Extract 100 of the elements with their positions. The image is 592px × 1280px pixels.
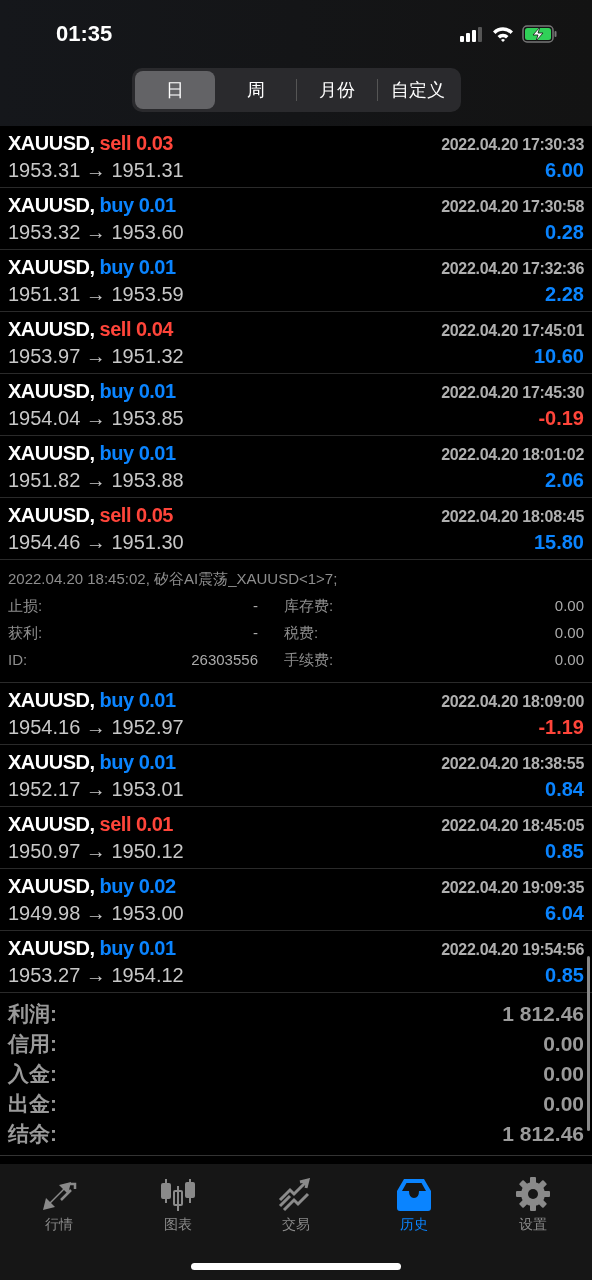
symbol-label: XAUUSD, bbox=[8, 688, 95, 711]
nav-tab[interactable]: 设置 bbox=[473, 1172, 592, 1234]
order-label: buy 0.01 bbox=[99, 255, 176, 278]
summary-label: 利润: bbox=[8, 1001, 57, 1027]
order-label: buy 0.01 bbox=[99, 379, 176, 402]
order-label: sell 0.05 bbox=[99, 503, 173, 526]
symbol-label: XAUUSD, bbox=[8, 317, 95, 340]
period-tab[interactable]: 周 bbox=[215, 71, 296, 109]
order-label: buy 0.01 bbox=[99, 750, 176, 773]
field-label: 税费: bbox=[284, 624, 319, 643]
symbol-label: XAUUSD, bbox=[8, 874, 95, 897]
symbol-label: XAUUSD, bbox=[8, 936, 95, 959]
field-value: 0.00 bbox=[554, 624, 584, 643]
nav-tab[interactable]: 行情 bbox=[0, 1172, 119, 1234]
trade-time: 2022.04.20 18:09:00 bbox=[441, 692, 584, 711]
trade-time: 2022.04.20 17:30:58 bbox=[441, 197, 584, 216]
symbol-label: XAUUSD, bbox=[8, 255, 95, 278]
symbol-label: XAUUSD, bbox=[8, 441, 95, 464]
field-label: 止损: bbox=[8, 597, 43, 616]
field-value: 26303556 bbox=[191, 651, 258, 670]
summary-value: 1 812.46 bbox=[502, 1122, 584, 1146]
trade-time: 2022.04.20 18:38:55 bbox=[441, 754, 584, 773]
profit-value: -0.19 bbox=[538, 406, 584, 430]
trade-time: 2022.04.20 18:45:05 bbox=[441, 816, 584, 835]
nav-tab[interactable]: 历史 bbox=[355, 1172, 474, 1234]
profit-value: 0.84 bbox=[545, 777, 584, 801]
price-range: 1953.32 → 1953.60 bbox=[8, 220, 184, 244]
summary-value: 0.00 bbox=[543, 1032, 584, 1056]
summary-label: 信用: bbox=[8, 1031, 57, 1057]
trade-time: 2022.04.20 17:45:30 bbox=[441, 383, 584, 402]
profit-value: 6.04 bbox=[545, 901, 584, 925]
price-range: 1949.98 → 1953.00 bbox=[8, 901, 184, 925]
summary-value: 1 812.46 bbox=[502, 1002, 584, 1026]
symbol-label: XAUUSD, bbox=[8, 812, 95, 835]
trade-time: 2022.04.20 19:54:56 bbox=[441, 940, 584, 959]
trade-time: 2022.04.20 17:30:33 bbox=[441, 135, 584, 154]
field-label: 获利: bbox=[8, 624, 43, 643]
profit-value: 0.28 bbox=[545, 220, 584, 244]
price-range: 1950.97 → 1950.12 bbox=[8, 839, 184, 863]
profit-value: 2.28 bbox=[545, 282, 584, 306]
order-label: buy 0.01 bbox=[99, 441, 176, 464]
symbol-label: XAUUSD, bbox=[8, 750, 95, 773]
order-label: sell 0.01 bbox=[99, 812, 173, 835]
symbol-label: XAUUSD, bbox=[8, 131, 95, 154]
field-label: 手续费: bbox=[284, 651, 334, 670]
profit-value: 6.00 bbox=[545, 158, 584, 182]
trade-time: 2022.04.20 19:09:35 bbox=[441, 878, 584, 897]
order-label: buy 0.01 bbox=[99, 936, 176, 959]
period-tab[interactable]: 自定义 bbox=[377, 71, 458, 109]
status-time: 01:35 bbox=[56, 21, 113, 47]
order-label: sell 0.03 bbox=[99, 131, 173, 154]
wifi-icon bbox=[492, 26, 514, 42]
profit-value: 2.06 bbox=[545, 468, 584, 492]
summary-label: 结余: bbox=[8, 1121, 57, 1147]
nav-tab[interactable]: 交易 bbox=[236, 1172, 356, 1234]
profit-value: -1.19 bbox=[538, 715, 584, 739]
order-label: buy 0.01 bbox=[99, 193, 176, 216]
signal-icon bbox=[460, 26, 484, 42]
field-value: 0.00 bbox=[554, 651, 584, 670]
price-range: 1954.46 → 1951.30 bbox=[8, 530, 184, 554]
arrows-icon bbox=[41, 1180, 78, 1212]
candlestick-icon bbox=[159, 1178, 196, 1212]
price-range: 1952.17 → 1953.01 bbox=[8, 777, 184, 801]
field-value: - bbox=[253, 597, 258, 616]
field-value: 0.00 bbox=[554, 597, 584, 616]
profit-value: 15.80 bbox=[533, 530, 584, 554]
gear-icon bbox=[514, 1176, 551, 1212]
price-range: 1953.31 → 1951.31 bbox=[8, 158, 184, 182]
order-label: buy 0.01 bbox=[99, 688, 176, 711]
order-label: sell 0.04 bbox=[99, 317, 173, 340]
price-range: 1954.04 → 1953.85 bbox=[8, 406, 184, 430]
field-label: 库存费: bbox=[284, 597, 334, 616]
symbol-label: XAUUSD, bbox=[8, 503, 95, 526]
summary-label: 出金: bbox=[8, 1091, 57, 1117]
battery-charging-icon bbox=[522, 25, 558, 43]
field-label: ID: bbox=[8, 651, 28, 670]
profit-value: 10.60 bbox=[533, 344, 584, 368]
trade-time: 2022.04.20 18:08:45 bbox=[441, 507, 584, 526]
price-range: 1953.27 → 1954.12 bbox=[8, 963, 184, 987]
order-label: buy 0.02 bbox=[99, 874, 176, 897]
price-range: 1953.97 → 1951.32 bbox=[8, 344, 184, 368]
order-comment: 2022.04.20 18:45:02, 矽谷AI震荡_XAUUSD<1>7; bbox=[8, 570, 339, 589]
period-tab[interactable]: 月份 bbox=[296, 71, 377, 109]
trade-time: 2022.04.20 18:01:02 bbox=[441, 445, 584, 464]
price-range: 1951.31 → 1953.59 bbox=[8, 282, 184, 306]
summary-label: 入金: bbox=[8, 1061, 57, 1087]
profit-value: 0.85 bbox=[545, 839, 584, 863]
summary-value: 0.00 bbox=[543, 1092, 584, 1116]
symbol-label: XAUUSD, bbox=[8, 193, 95, 216]
field-value: - bbox=[253, 624, 258, 643]
period-tab[interactable]: 日 bbox=[134, 71, 215, 109]
summary-value: 0.00 bbox=[543, 1062, 584, 1086]
profit-value: 0.85 bbox=[545, 963, 584, 987]
price-range: 1951.82 → 1953.88 bbox=[8, 468, 184, 492]
price-range: 1954.16 → 1952.97 bbox=[8, 715, 184, 739]
symbol-label: XAUUSD, bbox=[8, 379, 95, 402]
inbox-icon bbox=[396, 1178, 433, 1212]
trade-time: 2022.04.20 17:32:36 bbox=[441, 259, 584, 278]
nav-tab[interactable]: 图表 bbox=[118, 1172, 237, 1234]
trade-time: 2022.04.20 17:45:01 bbox=[441, 321, 584, 340]
